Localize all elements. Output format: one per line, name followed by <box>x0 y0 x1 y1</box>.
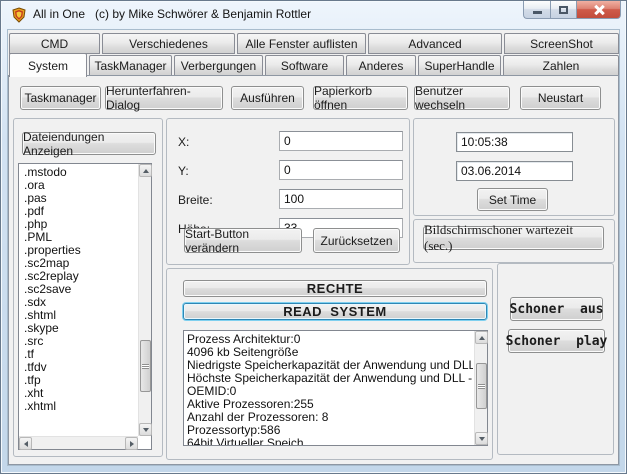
y-label: Y: <box>178 164 189 178</box>
benutzer-wechseln-button[interactable]: Benutzer wechseln <box>414 86 510 110</box>
set-time-button[interactable]: Set Time <box>477 188 548 211</box>
crest-shield-icon <box>11 7 27 23</box>
tab-system[interactable]: System <box>9 53 87 77</box>
listbox-horizontal-scrollbar[interactable] <box>19 436 138 449</box>
tab-cmd[interactable]: CMD <box>9 33 100 54</box>
system-info-textbox[interactable]: Prozess Architektur:0 4096 kb Seitengröß… <box>183 330 488 446</box>
tab-row-1: CMD Verschiedenes Alle Fenster auflisten… <box>9 33 619 54</box>
scrollbar-grip-icon <box>142 364 149 369</box>
dateiendungen-anzeigen-button[interactable]: Dateiendungen Anzeigen <box>22 132 156 155</box>
tab-label: Verbergungen <box>181 59 256 73</box>
tab-taskmanager[interactable]: TaskManager <box>89 55 172 76</box>
tab-verbergungen[interactable]: Verbergungen <box>174 55 263 76</box>
app-window: All in One (c) by Mike Schwörer & Benjam… <box>0 0 627 474</box>
tab-label: Software <box>281 59 328 73</box>
scrollbar-thumb[interactable] <box>140 340 151 392</box>
neustart-button[interactable]: Neustart <box>520 86 601 110</box>
scrollbar-grip-icon <box>478 384 485 389</box>
arrow-down-icon <box>479 437 485 441</box>
close-icon <box>594 5 604 15</box>
tab-label: CMD <box>41 37 68 51</box>
tab-label: Verschiedenes <box>129 37 208 51</box>
arrow-up-icon <box>479 336 485 340</box>
date-field[interactable] <box>456 161 573 181</box>
tab-screenshot[interactable]: ScreenShot <box>504 33 619 54</box>
tab-label: ScreenShot <box>530 37 593 51</box>
y-field[interactable] <box>279 160 403 180</box>
scrollbar-up-arrow[interactable] <box>475 331 488 344</box>
scrollbar-down-arrow[interactable] <box>139 423 152 436</box>
listbox-vertical-scrollbar[interactable] <box>138 164 151 436</box>
titlebar[interactable]: All in One (c) by Mike Schwörer & Benjam… <box>0 0 627 29</box>
rechte-button[interactable]: RECHTE <box>183 280 487 297</box>
arrow-right-icon <box>130 441 134 447</box>
scrollbar-left-arrow[interactable] <box>19 437 32 450</box>
read-system-button[interactable]: READ SYSTEM <box>183 303 487 320</box>
tab-advanced[interactable]: Advanced <box>368 33 502 54</box>
tab-zahlen[interactable]: Zahlen <box>503 55 619 76</box>
bildschirmschoner-wartezeit-button[interactable]: Bildschirmschoner wartezeit (sec.) <box>423 226 604 250</box>
maximize-icon <box>559 6 568 14</box>
time-field[interactable] <box>456 132 573 152</box>
tab-row-2: System TaskManager Verbergungen Software… <box>9 55 619 77</box>
tab-anderes[interactable]: Anderes <box>346 55 416 76</box>
tab-software[interactable]: Software <box>265 55 344 76</box>
herunterfahren-dialog-button[interactable]: Herunterfahren-Dialog <box>105 86 223 110</box>
tab-superhandle[interactable]: SuperHandle <box>418 55 501 76</box>
breite-field[interactable] <box>279 189 403 209</box>
scrollbar-down-arrow[interactable] <box>475 432 488 445</box>
minimize-button[interactable] <box>523 1 550 19</box>
start-button-veraendern-button[interactable]: Start-Button verändern <box>184 228 302 253</box>
tab-label: System <box>28 59 68 73</box>
tab-alle-fenster-auflisten[interactable]: Alle Fenster auflisten <box>237 33 366 54</box>
tab-label: Anderes <box>359 59 404 73</box>
file-extensions-listbox[interactable]: .mstodo .ora .pas .pdf .php .PML .proper… <box>18 163 152 450</box>
list-item[interactable]: .src <box>19 335 138 348</box>
system-info-lines: Prozess Architektur:0 4096 kb Seitengröß… <box>187 333 473 445</box>
tab-label: TaskManager <box>94 59 166 73</box>
tab-label: Zahlen <box>543 59 580 73</box>
file-extensions-items: .mstodo .ora .pas .pdf .php .PML .proper… <box>19 166 138 436</box>
papierkorb-oeffnen-button[interactable]: Papierkorb öffnen <box>313 86 408 110</box>
scrollbar-thumb[interactable] <box>476 363 487 409</box>
arrow-down-icon <box>143 428 149 432</box>
window-title: All in One (c) by Mike Schwörer & Benjam… <box>33 7 311 21</box>
tab-label: Advanced <box>408 37 461 51</box>
scrollbar-right-arrow[interactable] <box>125 437 138 450</box>
system-info-line: 64bit Virtueller Speich <box>187 437 473 445</box>
list-item[interactable]: .xhtml <box>19 400 138 413</box>
taskmanager-button[interactable]: Taskmanager <box>20 86 101 110</box>
group-screensaver-buttons <box>497 263 614 455</box>
breite-label: Breite: <box>178 193 213 207</box>
tab-label: Alle Fenster auflisten <box>245 37 357 51</box>
maximize-button[interactable] <box>550 1 576 19</box>
schoner-play-button[interactable]: Schoner play <box>508 329 605 353</box>
textbox-vertical-scrollbar[interactable] <box>474 331 487 445</box>
arrow-left-icon <box>24 441 28 447</box>
x-field[interactable] <box>279 131 403 151</box>
tab-label: SuperHandle <box>424 59 494 73</box>
arrow-up-icon <box>143 169 149 173</box>
close-button[interactable] <box>576 1 621 19</box>
schoner-aus-button[interactable]: Schoner aus <box>510 297 603 321</box>
scrollbar-up-arrow[interactable] <box>139 164 152 177</box>
minimize-icon <box>533 11 542 14</box>
zuruecksetzen-button[interactable]: Zurücksetzen <box>313 228 400 253</box>
x-label: X: <box>178 135 189 149</box>
tab-verschiedenes[interactable]: Verschiedenes <box>102 33 235 54</box>
ausfuehren-button[interactable]: Ausführen <box>231 86 304 110</box>
